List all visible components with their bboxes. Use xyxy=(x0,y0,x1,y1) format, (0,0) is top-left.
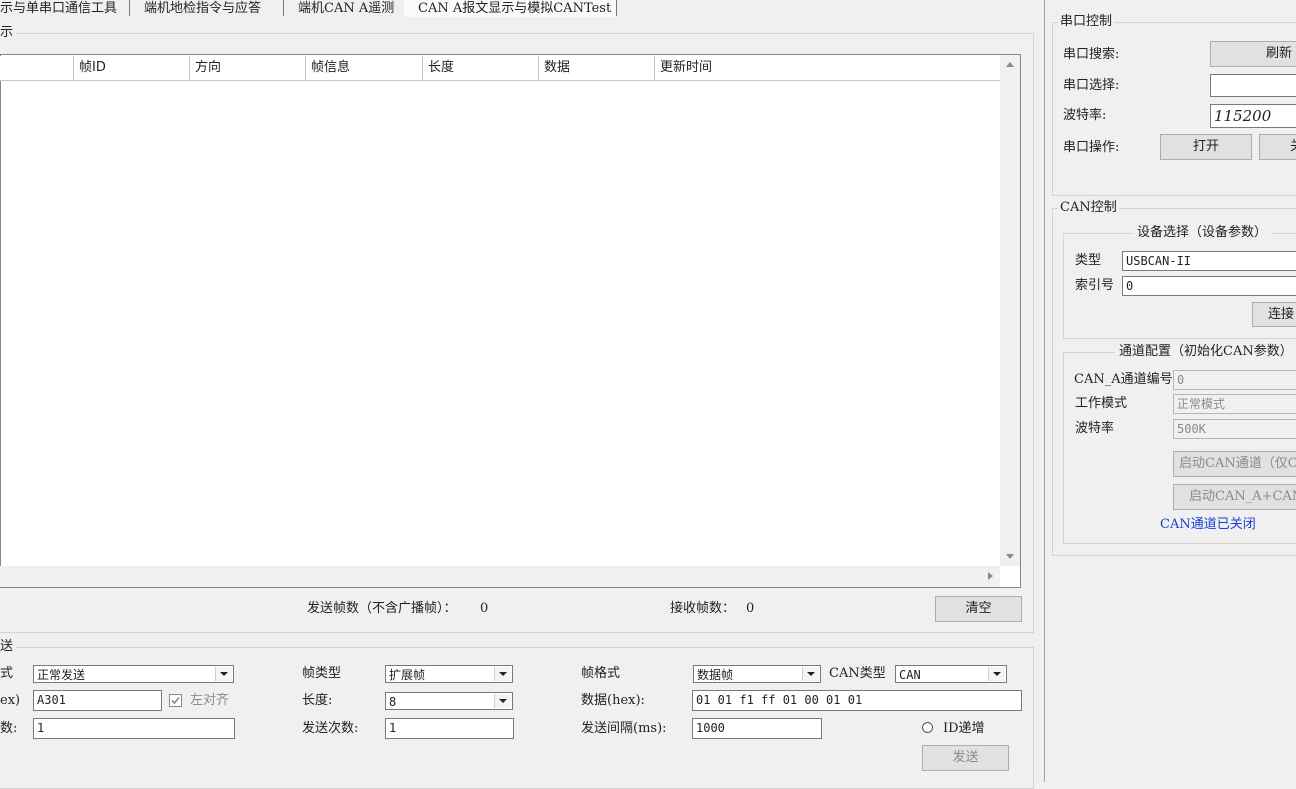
can-group-title: CAN控制 xyxy=(1058,199,1119,217)
can-type-label: CAN类型 xyxy=(829,666,886,681)
open-port-button[interactable]: 打开 xyxy=(1160,134,1252,160)
scroll-up-icon[interactable] xyxy=(1002,56,1019,73)
chevron-down-icon xyxy=(215,667,232,681)
id-increment-label: ID递增 xyxy=(943,721,985,736)
frame-id-label: ex) xyxy=(0,693,21,708)
can-status-text: CAN通道已关闭 xyxy=(1160,517,1256,532)
recv-frames-label: 接收帧数： xyxy=(670,601,736,616)
check-icon xyxy=(171,696,180,705)
device-index-input[interactable]: 0 xyxy=(1122,276,1296,296)
frame-list[interactable] xyxy=(0,54,1021,588)
serial-baud-input[interactable]: 115200 xyxy=(1210,104,1296,128)
data-hex-label: 数据(hex): xyxy=(581,693,645,708)
frame-type-select[interactable]: 扩展帧 xyxy=(385,665,513,683)
column-header-update-time[interactable]: 更新时间 xyxy=(655,56,1000,80)
frame-id-input[interactable]: A301 xyxy=(33,690,162,711)
recv-frames-value: 0 xyxy=(746,601,755,616)
vertical-scrollbar[interactable] xyxy=(1000,55,1020,566)
tab-can-test[interactable]: CAN A报文显示与模拟CANTest xyxy=(418,0,611,17)
tab-separator xyxy=(129,0,130,16)
tab-serial-tool[interactable]: 示与单串口通信工具 xyxy=(0,0,117,17)
clear-button[interactable]: 清空 xyxy=(935,596,1022,622)
serial-search-label: 串口搜索: xyxy=(1063,47,1120,62)
can-type-value: CAN xyxy=(899,668,921,682)
send-mode-label: 式 xyxy=(0,666,14,681)
sent-frames-value: 0 xyxy=(480,601,489,616)
frame-type-label: 帧类型 xyxy=(302,666,342,681)
chevron-down-icon xyxy=(494,667,511,681)
device-group-title: 设备选择（设备参数） xyxy=(1133,224,1272,242)
column-header-direction[interactable]: 方向 xyxy=(190,56,306,80)
send-group-title: 送 xyxy=(0,638,17,656)
left-align-checkbox[interactable] xyxy=(169,694,182,707)
id-increment-radio[interactable] xyxy=(922,722,933,733)
column-header-length[interactable]: 长度 xyxy=(423,56,539,80)
length-label: 长度: xyxy=(302,693,333,708)
can-type-select[interactable]: CAN xyxy=(895,665,1007,683)
frame-type-value: 扩展帧 xyxy=(389,668,426,682)
device-index-label: 索引号 xyxy=(1075,278,1115,293)
can-baud-label: 波特率 xyxy=(1075,421,1115,436)
column-header-index[interactable] xyxy=(0,56,74,80)
serial-baud-label: 波特率: xyxy=(1063,108,1107,123)
left-align-label: 左对齐 xyxy=(190,693,230,708)
frame-count-label: 数: xyxy=(0,721,18,736)
data-hex-input[interactable]: 01 01 f1 ff 01 00 01 01 xyxy=(692,690,1022,711)
tab-can-telemetry[interactable]: 端机CAN A遥测 xyxy=(298,0,394,17)
tab-ground-check[interactable]: 端机地检指令与应答 xyxy=(144,0,261,17)
send-mode-value: 正常发送 xyxy=(37,668,86,682)
chevron-down-icon xyxy=(494,694,511,708)
send-interval-label: 发送间隔(ms): xyxy=(581,721,667,736)
can-baud-select[interactable]: 500K xyxy=(1173,419,1296,439)
channel-no-input[interactable]: 0 xyxy=(1173,370,1296,390)
send-times-input[interactable]: 1 xyxy=(385,718,514,739)
frame-format-select[interactable]: 数据帧 xyxy=(693,665,821,683)
serial-group-title: 串口控制 xyxy=(1058,13,1115,31)
display-group-title: 示 xyxy=(0,24,17,42)
scroll-right-icon[interactable] xyxy=(982,568,999,585)
serial-op-label: 串口操作: xyxy=(1063,140,1120,155)
sent-frames-label: 发送帧数（不含广播帧）： xyxy=(307,601,457,616)
serial-select-label: 串口选择: xyxy=(1063,78,1120,93)
length-value: 8 xyxy=(389,695,397,709)
channel-group-title: 通道配置（初始化CAN参数） xyxy=(1115,343,1296,361)
serial-port-select[interactable] xyxy=(1210,74,1296,97)
scroll-down-icon[interactable] xyxy=(1002,548,1019,565)
send-button[interactable]: 发送 xyxy=(922,745,1009,771)
device-type-label: 类型 xyxy=(1075,253,1102,268)
tab-separator xyxy=(616,0,617,16)
frame-format-label: 帧格式 xyxy=(581,666,621,681)
work-mode-label: 工作模式 xyxy=(1075,396,1128,411)
panel-divider[interactable] xyxy=(1044,0,1045,782)
device-type-select[interactable]: USBCAN-II xyxy=(1122,251,1296,271)
horizontal-scrollbar[interactable] xyxy=(0,566,1000,587)
start-can-ab-button[interactable]: 启动CAN_A+CAN_B xyxy=(1173,484,1296,510)
frame-count-input[interactable]: 1 xyxy=(33,718,235,739)
frame-format-value: 数据帧 xyxy=(697,668,734,682)
header-divider xyxy=(0,80,1000,81)
chevron-down-icon xyxy=(802,667,819,681)
column-header-frame-info[interactable]: 帧信息 xyxy=(306,56,423,80)
tab-separator xyxy=(283,0,284,16)
start-can-a-button[interactable]: 启动CAN通道（仅CA xyxy=(1173,451,1296,477)
send-interval-input[interactable]: 1000 xyxy=(692,718,822,739)
column-header-data[interactable]: 数据 xyxy=(539,56,655,80)
connect-button[interactable]: 连接 xyxy=(1252,302,1296,327)
chevron-down-icon xyxy=(988,667,1005,681)
work-mode-select[interactable]: 正常模式 xyxy=(1173,394,1296,414)
send-mode-select[interactable]: 正常发送 xyxy=(33,665,234,683)
column-header-frame-id[interactable]: 帧ID xyxy=(74,56,190,80)
send-times-label: 发送次数: xyxy=(302,721,359,736)
channel-no-label: CAN_A通道编号 xyxy=(1074,372,1173,387)
refresh-button[interactable]: 刷新 xyxy=(1210,41,1296,67)
close-port-button[interactable]: 关 xyxy=(1259,134,1296,160)
length-select[interactable]: 8 xyxy=(385,692,513,710)
